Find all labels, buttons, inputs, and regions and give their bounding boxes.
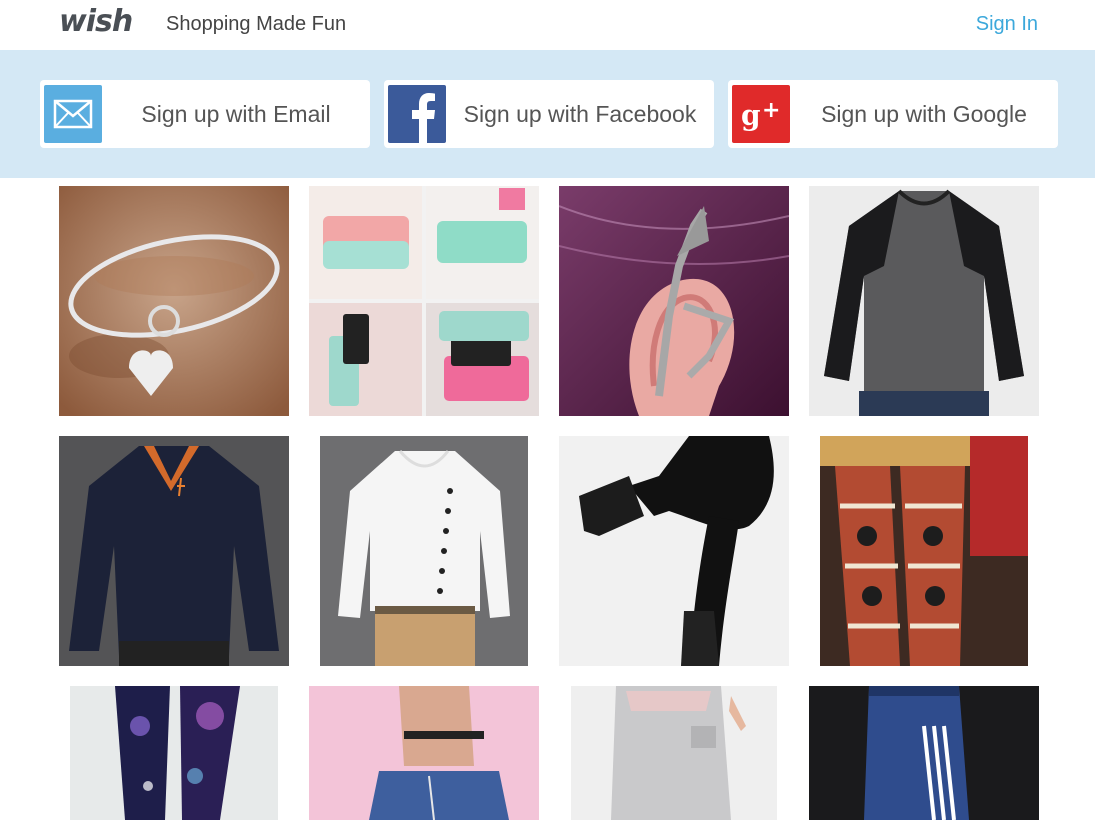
track-pants-image [809,686,1039,820]
svg-text:g: g [741,99,761,132]
product-tile-white-henley[interactable] [320,436,528,666]
bangle-image [59,186,289,416]
navy-polo-image [59,436,289,666]
facebook-icon [388,85,446,143]
google-plus-icon: g + [732,85,790,143]
signup-bar: Sign up with Email Sign up with Facebook… [0,50,1095,178]
harem-pants-image [571,686,777,820]
svg-text:+: + [762,98,780,123]
top-header: wish Shopping Made Fun Sign In [0,0,1095,50]
ear-cuff-image [559,186,789,416]
product-tile-nordic-leggings[interactable] [820,436,1028,666]
product-tile-galaxy-leggings[interactable] [70,686,278,820]
phone-wallets-image [309,186,539,416]
product-tile-raglan-shirt[interactable] [809,186,1039,416]
nordic-leggings-image [820,436,1028,666]
product-tile-ear-cuff[interactable] [559,186,789,416]
product-tile-navy-polo[interactable] [59,436,289,666]
signup-email-button[interactable]: Sign up with Email [40,80,370,148]
white-henley-image [320,436,528,666]
signup-facebook-button[interactable]: Sign up with Facebook [384,80,714,148]
signup-google-button[interactable]: g + Sign up with Google [728,80,1058,148]
wish-logo[interactable]: wish [59,4,133,39]
product-tile-denim-shorts[interactable] [309,686,539,820]
black-leggings-image [559,436,789,666]
tagline: Shopping Made Fun [166,13,347,35]
product-tile-bangle[interactable] [59,186,289,416]
product-tile-phone-wallets[interactable] [309,186,539,416]
galaxy-leggings-image [70,686,278,820]
signup-google-label: Sign up with Google [821,101,1027,127]
sign-in-link[interactable]: Sign In [976,13,1038,36]
signup-facebook-label: Sign up with Facebook [463,101,697,127]
product-tile-harem-pants[interactable] [571,686,777,820]
product-tile-black-leggings[interactable] [559,436,789,666]
product-tile-track-pants[interactable] [809,686,1039,820]
envelope-icon [44,85,102,143]
denim-shorts-image [309,686,539,820]
raglan-shirt-image [809,186,1039,416]
signup-email-label: Sign up with Email [141,101,331,127]
